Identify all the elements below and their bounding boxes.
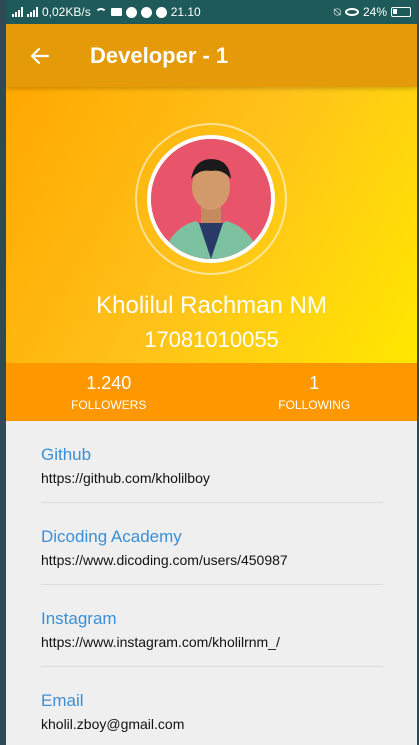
avatar-photo [151, 139, 271, 259]
link-title: Email [41, 691, 84, 710]
link-value[interactable]: https://github.com/kholilboy [41, 470, 210, 486]
message-icon [155, 6, 167, 18]
following-count: 1 [309, 373, 320, 393]
link-value[interactable]: kholil.zboy@gmail.com [41, 716, 184, 732]
battery-icon [391, 7, 411, 17]
followers-stat[interactable]: 1.240 FOLLOWERS [6, 363, 212, 421]
mail-icon [110, 8, 122, 16]
profile-id: 17081010055 [144, 327, 279, 352]
whatsapp-icon [125, 6, 137, 18]
following-label: FOLLOWING [278, 398, 351, 412]
link-value[interactable]: https://www.instagram.com/kholilrnm_/ [41, 634, 280, 650]
list-item[interactable]: Dicoding Academy https://www.dicoding.co… [6, 503, 417, 585]
eye-icon [344, 8, 359, 16]
followers-count: 1.240 [86, 373, 132, 393]
list-item[interactable]: Email kholil.zboy@gmail.com [6, 667, 417, 745]
app-bar: Developer - 1 [6, 24, 417, 87]
following-stat[interactable]: 1 FOLLOWING [212, 363, 418, 421]
profile-header: Kholilul Rachman NM 17081010055 [6, 87, 417, 363]
profile-name: Kholilul Rachman NM [96, 292, 327, 319]
avatar [147, 135, 275, 263]
link-list: Github https://github.com/kholilboy Dico… [6, 421, 417, 745]
link-title: Instagram [41, 609, 117, 628]
battery-percent: 24% [362, 5, 387, 19]
page-title: Developer - 1 [90, 42, 229, 68]
phone-screen: 0,02KB/s 21.10 ⍉ 24% Developer - 1 Kholi… [6, 0, 417, 745]
alarm-off-icon: ⍉ [333, 4, 341, 19]
link-value[interactable]: https://www.dicoding.com/users/450987 [41, 552, 288, 568]
arrow-left-icon [30, 47, 50, 64]
list-item[interactable]: Instagram https://www.instagram.com/khol… [6, 585, 417, 667]
signal-icon [12, 7, 23, 17]
signal-icon-2 [27, 7, 38, 17]
back-button[interactable] [20, 36, 60, 76]
stats-bar: 1.240 FOLLOWERS 1 FOLLOWING [6, 363, 417, 421]
list-item[interactable]: Github https://github.com/kholilboy [6, 421, 417, 503]
wifi-icon [94, 7, 107, 17]
clock: 21.10 [170, 5, 201, 19]
net-speed: 0,02KB/s [42, 5, 91, 19]
link-title: Dicoding Academy [41, 527, 182, 546]
status-bar: 0,02KB/s 21.10 ⍉ 24% [6, 0, 417, 24]
followers-label: FOLLOWERS [71, 398, 147, 412]
link-title: Github [41, 445, 92, 464]
chat-icon [140, 6, 152, 18]
